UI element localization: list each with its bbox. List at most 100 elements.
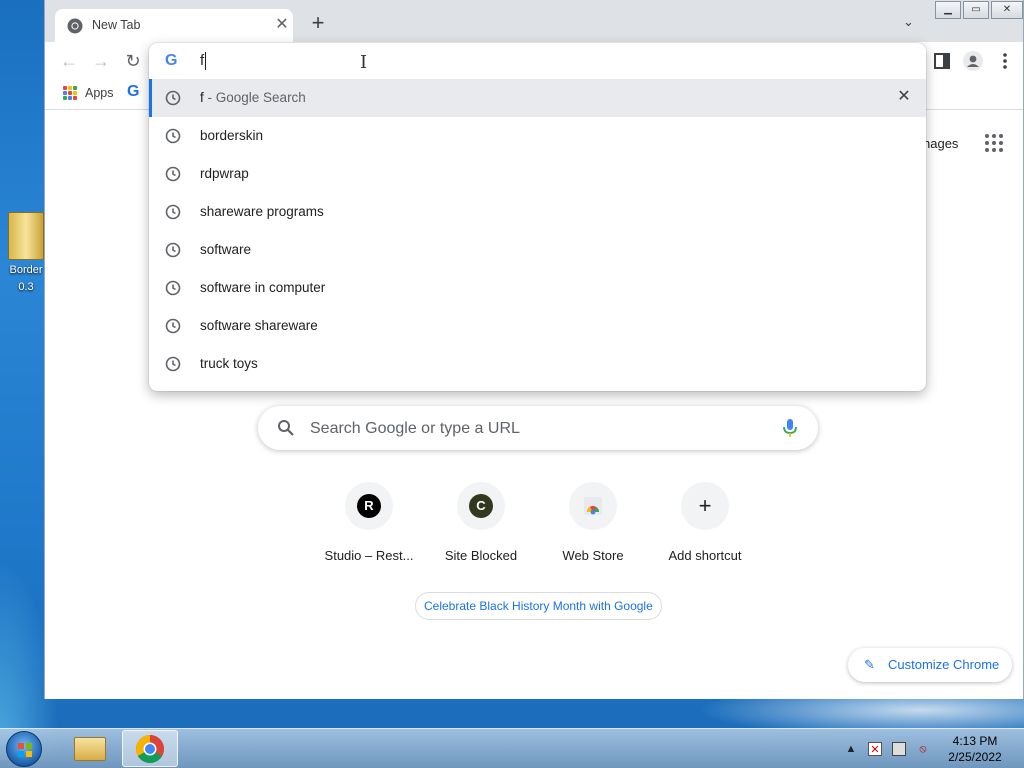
- apps-grid-dot: [63, 86, 67, 90]
- more-menu-icon[interactable]: [995, 51, 1015, 71]
- taskbar-explorer-button[interactable]: [62, 730, 118, 767]
- search-placeholder: Search Google or type a URL: [310, 420, 520, 437]
- apps-grid-dot: [73, 86, 77, 90]
- suggestion-subtext: - Google Search: [203, 90, 306, 105]
- suggestion-query: software shareware: [200, 318, 318, 333]
- windows-logo-icon: [18, 743, 32, 757]
- suggestion-query: shareware programs: [200, 204, 324, 219]
- shortcut-tile[interactable]: Web Store: [537, 482, 649, 563]
- new-tab-button[interactable]: +: [307, 12, 329, 34]
- show-hidden-icons-icon[interactable]: ▲: [844, 742, 858, 756]
- suggestion-query: truck toys: [200, 356, 258, 371]
- shortcut-letter-icon: C: [469, 494, 493, 518]
- history-clock-icon: [165, 318, 181, 334]
- suggestion-row[interactable]: borderskin: [149, 117, 926, 155]
- tab-close-icon[interactable]: ✕: [273, 16, 291, 34]
- reload-button[interactable]: ↻: [123, 51, 143, 71]
- suggestion-text: software shareware: [200, 318, 318, 333]
- apps-grid-dot: [68, 86, 72, 90]
- start-button[interactable]: [6, 731, 42, 767]
- desktop-folder-shortcut[interactable]: Border 0.3: [4, 212, 48, 294]
- address-bar-input[interactable]: G f I: [149, 43, 926, 79]
- shortcut-tile[interactable]: C Site Blocked: [425, 482, 537, 563]
- apps-grid-dot: [68, 96, 72, 100]
- apps-grid-dot: [73, 91, 77, 95]
- maximize-button[interactable]: ▭: [963, 1, 989, 19]
- customize-label: Customize Chrome: [888, 657, 1000, 672]
- tab-search-chevron-icon[interactable]: ⌄: [903, 14, 914, 30]
- suggestion-row[interactable]: software in computer: [149, 269, 926, 307]
- ntp-search-box[interactable]: Search Google or type a URL: [258, 406, 818, 450]
- history-clock-icon: [165, 166, 181, 182]
- web-store-icon: [584, 497, 602, 515]
- suggestion-row[interactable]: f - Google Search ✕: [149, 79, 926, 117]
- shortcut-tile[interactable]: R Studio – Rest...: [313, 482, 425, 563]
- suggestion-list: f - Google Search ✕ borderskin rdpwrap share…: [149, 79, 926, 383]
- suggestion-text: rdpwrap: [200, 166, 249, 181]
- text-caret: [205, 52, 206, 70]
- profile-avatar-icon[interactable]: [963, 51, 983, 71]
- apps-grid-icon[interactable]: [63, 86, 77, 100]
- shortcut-icon-circle: +: [681, 482, 729, 530]
- history-clock-icon: [165, 280, 181, 296]
- suggestion-text: shareware programs: [200, 204, 324, 219]
- address-bar-value: f: [200, 52, 205, 69]
- customize-chrome-button[interactable]: ✎ Customize Chrome: [848, 648, 1012, 682]
- apps-grid-dot: [63, 91, 67, 95]
- remove-suggestion-icon[interactable]: ✕: [894, 87, 914, 107]
- plus-icon: +: [698, 493, 712, 518]
- shortcut-icon-circle: R: [345, 482, 393, 530]
- taskbar-chrome-button[interactable]: [122, 730, 178, 767]
- google-g-icon: G: [165, 52, 178, 69]
- images-link[interactable]: nages: [923, 136, 958, 151]
- microphone-icon[interactable]: [782, 418, 798, 438]
- shortcut-label: Add shortcut: [668, 548, 742, 563]
- suggestion-row[interactable]: shareware programs: [149, 193, 926, 231]
- doodle-promo-link[interactable]: Celebrate Black History Month with Googl…: [415, 592, 662, 620]
- clock-date[interactable]: 2/25/2022: [942, 750, 1008, 764]
- action-center-flag-icon[interactable]: ✕: [868, 742, 882, 756]
- suggestion-text: f - Google Search: [200, 90, 306, 105]
- chrome-favicon-icon: [67, 18, 83, 34]
- side-panel-icon[interactable]: [932, 51, 952, 71]
- suggestion-row[interactable]: software: [149, 231, 926, 269]
- pencil-icon: ✎: [864, 657, 875, 672]
- text-cursor-icon: I: [360, 52, 368, 73]
- suggestion-row[interactable]: software shareware: [149, 307, 926, 345]
- suggestion-row[interactable]: rdpwrap: [149, 155, 926, 193]
- history-clock-icon: [165, 242, 181, 258]
- history-clock-icon: [165, 90, 181, 106]
- close-window-button[interactable]: ✕: [991, 1, 1023, 19]
- suggestion-row[interactable]: truck toys: [149, 345, 926, 383]
- system-tray: ▲ ✕ ⦸ 4:13 PM 2/25/2022: [838, 729, 1024, 768]
- forward-button[interactable]: →: [91, 51, 111, 71]
- tab-title: New Tab: [92, 18, 141, 32]
- shortcut-letter-icon: R: [357, 494, 381, 518]
- apps-grid-dot: [73, 96, 77, 100]
- add-shortcut-button[interactable]: + Add shortcut: [649, 482, 761, 563]
- desktop-icon-label: 0.3: [18, 281, 34, 293]
- omnibox-dropdown: G f I f - Google Search ✕ borderskin rdpwra…: [149, 43, 926, 391]
- tab-strip: New Tab ✕ + ⌄ ▁ ▭ ✕: [45, 0, 1023, 42]
- folder-icon: [74, 737, 106, 761]
- shortcut-icon-circle: C: [457, 482, 505, 530]
- shortcut-icon-circle: [569, 482, 617, 530]
- google-apps-icon[interactable]: [985, 134, 1003, 152]
- suggestion-text: software in computer: [200, 280, 325, 295]
- shortcut-label: Studio – Rest...: [324, 548, 414, 563]
- network-icon[interactable]: [892, 742, 906, 756]
- apps-grid-dot: [68, 91, 72, 95]
- suggestion-text: truck toys: [200, 356, 258, 371]
- apps-bookmark[interactable]: Apps: [85, 86, 114, 100]
- volume-muted-icon[interactable]: ⦸: [916, 742, 930, 756]
- bookmark-favicon-icon[interactable]: G: [127, 83, 139, 101]
- search-icon: [278, 420, 294, 436]
- back-button[interactable]: ←: [59, 51, 79, 71]
- minimize-button[interactable]: ▁: [935, 1, 961, 19]
- clock-time[interactable]: 4:13 PM: [942, 734, 1008, 748]
- history-clock-icon: [165, 128, 181, 144]
- desktop-icon-label: Border: [9, 264, 43, 276]
- chrome-logo-icon: [136, 735, 164, 763]
- tab-new-tab[interactable]: New Tab ✕: [55, 9, 293, 42]
- suggestion-query: software: [200, 242, 252, 257]
